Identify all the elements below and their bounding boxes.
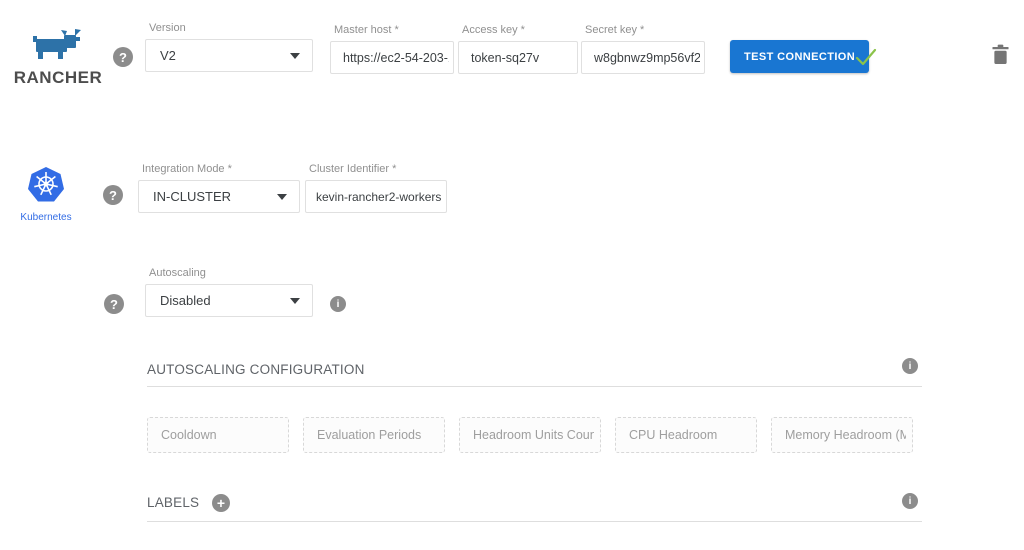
autoscaling-field-group: Autoscaling Disabled [145, 267, 313, 317]
headroom-units-count-input [459, 417, 601, 453]
info-glyph: i [909, 361, 912, 372]
memory-headroom-input [771, 417, 913, 453]
integration-settings-page: RANCHER ? Version V2 Master host * Acces… [0, 0, 1024, 550]
integration-mode-label: Integration Mode * [142, 163, 300, 175]
kubernetes-logo-text: Kubernetes [14, 212, 78, 223]
rancher-help-icon[interactable]: ? [113, 47, 133, 67]
chevron-down-icon [290, 53, 300, 59]
kubernetes-logo: Kubernetes [14, 166, 78, 223]
master-host-field-group: Master host * [330, 24, 454, 74]
kubernetes-helm-icon [27, 166, 65, 204]
cluster-identifier-field-group: Cluster Identifier * [305, 163, 447, 213]
access-key-label: Access key * [462, 24, 578, 36]
autoscaling-select[interactable]: Disabled [145, 284, 313, 317]
autoscaling-configuration-info-icon[interactable]: i [902, 358, 918, 374]
integration-mode-field-group: Integration Mode * IN-CLUSTER [138, 163, 300, 213]
rancher-logo: RANCHER [8, 28, 108, 88]
secret-key-input[interactable] [581, 41, 705, 74]
autoscaling-help-icon[interactable]: ? [104, 294, 124, 314]
version-value: V2 [160, 48, 176, 63]
autoscaling-value: Disabled [160, 293, 211, 308]
help-glyph: ? [109, 188, 117, 203]
chevron-down-icon [277, 194, 287, 200]
evaluation-periods-input [303, 417, 445, 453]
secret-key-label: Secret key * [585, 24, 705, 36]
info-glyph: i [909, 496, 912, 507]
autoscaling-configuration-title: AUTOSCALING CONFIGURATION [147, 362, 365, 377]
access-key-field-group: Access key * [458, 24, 578, 74]
integration-mode-select[interactable]: IN-CLUSTER [138, 180, 300, 213]
labels-divider [147, 521, 922, 522]
version-select[interactable]: V2 [145, 39, 313, 72]
rancher-bull-icon [30, 28, 86, 62]
labels-info-icon[interactable]: i [902, 493, 918, 509]
connection-success-check-icon [854, 45, 878, 69]
chevron-down-icon [290, 298, 300, 304]
labels-title: LABELS [147, 495, 199, 510]
access-key-input[interactable] [458, 41, 578, 74]
help-glyph: ? [110, 297, 118, 312]
test-connection-button[interactable]: TEST CONNECTION [730, 40, 869, 73]
master-host-label: Master host * [334, 24, 454, 36]
cluster-identifier-input[interactable] [305, 180, 447, 213]
delete-integration-button[interactable] [992, 44, 1009, 68]
version-label: Version [149, 22, 313, 34]
secret-key-field-group: Secret key * [581, 24, 705, 74]
info-glyph: i [337, 299, 340, 310]
trash-icon [992, 44, 1009, 65]
cooldown-input [147, 417, 289, 453]
kubernetes-help-icon[interactable]: ? [103, 185, 123, 205]
plus-icon-glyph: + [217, 495, 225, 511]
version-field-group: Version V2 [145, 22, 313, 72]
master-host-input[interactable] [330, 41, 454, 74]
add-label-button[interactable]: + [212, 494, 230, 512]
autoscaling-info-icon[interactable]: i [330, 296, 346, 312]
rancher-logo-text: RANCHER [8, 68, 108, 88]
autoscaling-label: Autoscaling [149, 267, 313, 279]
cpu-headroom-input [615, 417, 757, 453]
help-glyph: ? [119, 50, 127, 65]
cluster-identifier-label: Cluster Identifier * [309, 163, 447, 175]
integration-mode-value: IN-CLUSTER [153, 189, 231, 204]
autoscaling-configuration-divider [147, 386, 922, 387]
